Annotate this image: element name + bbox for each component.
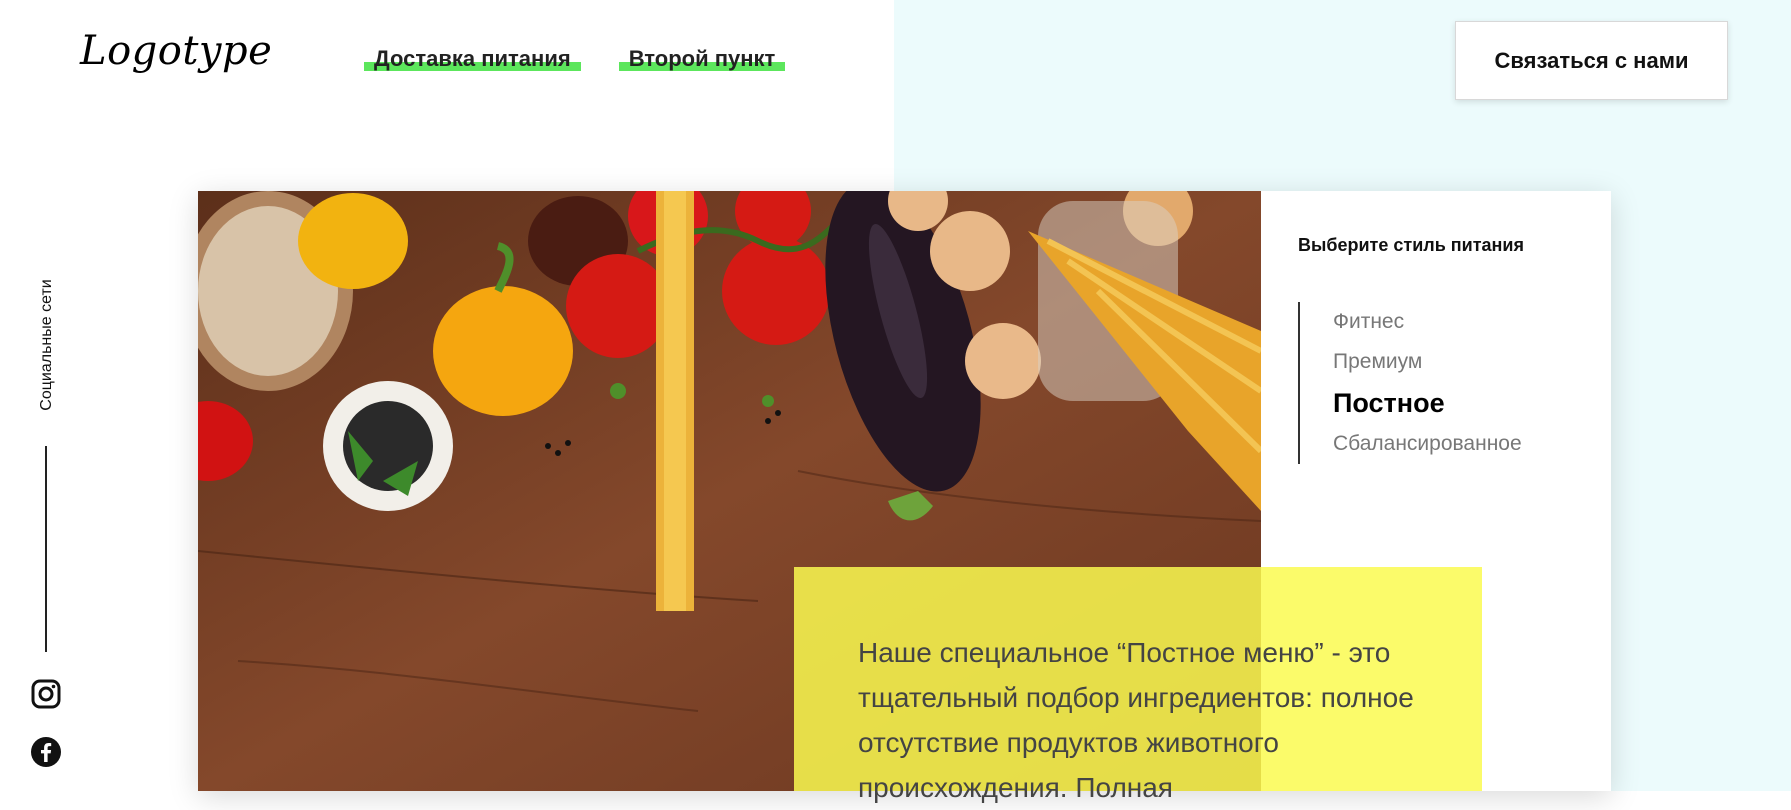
diet-style-menu: Фитнес Премиум Постное Сбалансированное <box>1298 302 1522 464</box>
facebook-icon[interactable] <box>30 736 62 768</box>
main-nav: Доставка питания Второй пункт <box>364 46 785 72</box>
contact-us-button[interactable]: Связаться с нами <box>1455 21 1728 100</box>
instagram-icon[interactable] <box>30 678 62 710</box>
social-divider <box>45 446 47 652</box>
diet-style-title: Выберите стиль питания <box>1298 235 1524 255</box>
diet-style-lenten[interactable]: Постное <box>1333 382 1522 424</box>
lenten-menu-description: Наше специальное “Постное меню” - это тщ… <box>858 637 1414 803</box>
nav-item-label: Доставка питания <box>374 46 571 71</box>
diet-style-balanced[interactable]: Сбалансированное <box>1333 424 1522 464</box>
diet-style-premium[interactable]: Премиум <box>1333 342 1522 382</box>
nav-item-label: Второй пункт <box>628 46 776 71</box>
logo[interactable]: Logotype <box>80 28 272 74</box>
social-networks-label: Социальные сети <box>38 279 55 411</box>
diet-style-fitness[interactable]: Фитнес <box>1333 302 1522 342</box>
nav-item-second[interactable]: Второй пункт <box>618 46 786 72</box>
nav-item-food-delivery[interactable]: Доставка питания <box>364 46 581 72</box>
